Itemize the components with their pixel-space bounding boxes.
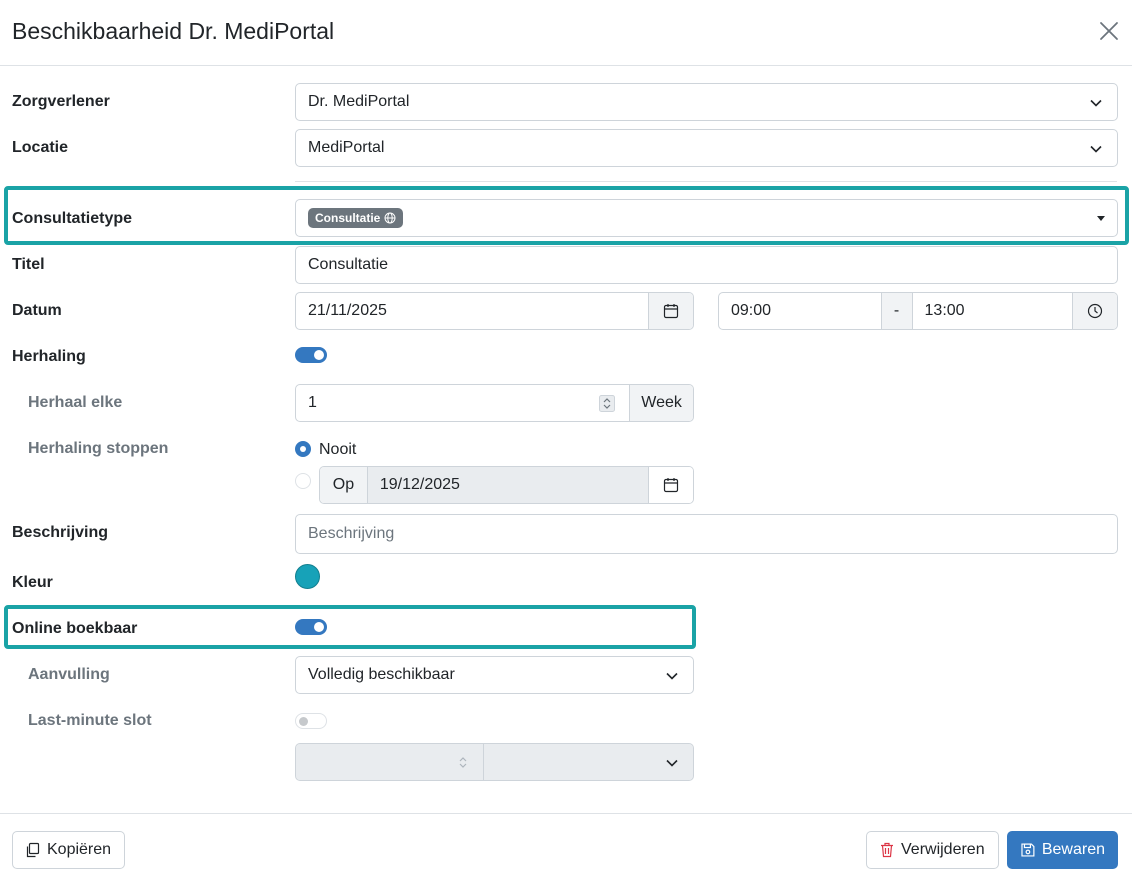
herhaal-elke-label: Herhaal elke bbox=[28, 394, 123, 411]
modal-footer: Kopiëren Verwijderen Bewaren bbox=[0, 813, 1132, 883]
last-minute-unit-select[interactable] bbox=[482, 744, 693, 780]
radio-nooit-label: Nooit bbox=[319, 441, 357, 458]
end-time-input[interactable]: 13:00 bbox=[911, 293, 1073, 329]
stop-date-prefix: Op bbox=[320, 467, 367, 503]
calendar-button[interactable] bbox=[648, 293, 693, 329]
trash-icon bbox=[881, 842, 893, 858]
consultatietype-badge-label: Consultatie bbox=[315, 211, 381, 225]
online-boekbaar-toggle[interactable] bbox=[295, 619, 327, 635]
delete-button-label: Verwijderen bbox=[901, 841, 985, 858]
chevron-down-icon bbox=[1090, 99, 1102, 107]
last-minute-label: Last-minute slot bbox=[28, 712, 152, 729]
herhaal-elke-input[interactable]: 1 bbox=[296, 385, 629, 421]
aanvulling-label: Aanvulling bbox=[28, 666, 110, 683]
modal-title: Beschikbaarheid Dr. MediPortal bbox=[12, 18, 335, 44]
locatie-label: Locatie bbox=[12, 139, 69, 156]
datum-label: Datum bbox=[12, 302, 62, 319]
aanvulling-value: Volledig beschikbaar bbox=[308, 666, 455, 683]
start-time-input[interactable]: 09:00 bbox=[719, 293, 881, 329]
toggle-knob bbox=[314, 622, 324, 632]
online-boekbaar-label: Online boekbaar bbox=[12, 620, 138, 637]
consultatietype-badge: Consultatie bbox=[308, 208, 404, 228]
copy-button[interactable]: Kopiëren bbox=[12, 831, 125, 869]
radio-op[interactable] bbox=[295, 473, 311, 489]
titel-input[interactable]: Consultatie bbox=[295, 246, 1118, 284]
modal-header: Beschikbaarheid Dr. MediPortal bbox=[0, 0, 1132, 66]
titel-label: Titel bbox=[12, 256, 45, 273]
locatie-value: MediPortal bbox=[308, 139, 385, 156]
consultatietype-select[interactable]: Consultatie bbox=[295, 199, 1118, 237]
clock-icon bbox=[1087, 303, 1103, 319]
chevron-down-icon bbox=[1090, 145, 1102, 153]
save-icon bbox=[1021, 843, 1035, 857]
beschrijving-input[interactable]: Beschrijving bbox=[295, 514, 1118, 554]
herhaling-stoppen-label: Herhaling stoppen bbox=[28, 440, 169, 457]
last-minute-toggle[interactable] bbox=[295, 713, 327, 729]
zorgverlener-select[interactable]: Dr. MediPortal bbox=[295, 83, 1118, 121]
consultatietype-label: Consultatietype bbox=[12, 210, 133, 227]
calendar-icon bbox=[663, 478, 679, 493]
last-minute-number-input[interactable] bbox=[296, 744, 483, 780]
herhaal-elke-value: 1 bbox=[308, 394, 317, 411]
spinner-icon[interactable] bbox=[599, 395, 616, 412]
datum-date-group: 21/11/2025 bbox=[295, 292, 694, 330]
spinner-icon bbox=[459, 757, 466, 768]
divider bbox=[295, 181, 1117, 182]
aanvulling-select[interactable]: Volledig beschikbaar bbox=[295, 656, 694, 694]
save-button-label: Bewaren bbox=[1041, 841, 1105, 858]
herhaling-toggle[interactable] bbox=[295, 347, 327, 363]
zorgverlener-value: Dr. MediPortal bbox=[308, 93, 410, 110]
time-separator: - bbox=[880, 293, 912, 329]
toggle-knob bbox=[314, 350, 324, 360]
caret-down-icon bbox=[1097, 216, 1105, 221]
locatie-select[interactable]: MediPortal bbox=[295, 129, 1118, 167]
stop-date-input[interactable]: 19/12/2025 bbox=[366, 467, 649, 503]
kleur-label: Kleur bbox=[12, 574, 53, 591]
chevron-down-icon bbox=[666, 759, 678, 767]
datum-time-group: 09:00 - 13:00 bbox=[718, 292, 1118, 330]
chevron-down-icon bbox=[666, 672, 678, 680]
calendar-icon bbox=[663, 304, 679, 319]
delete-button[interactable]: Verwijderen bbox=[866, 831, 999, 869]
last-minute-group bbox=[295, 743, 694, 781]
clock-button[interactable] bbox=[1072, 293, 1117, 329]
herhaal-elke-unit: Week bbox=[629, 385, 693, 421]
save-button[interactable]: Bewaren bbox=[1007, 831, 1118, 869]
zorgverlener-label: Zorgverlener bbox=[12, 93, 110, 110]
stop-calendar-button[interactable] bbox=[648, 467, 693, 503]
globe-icon bbox=[384, 212, 396, 224]
herhaling-label: Herhaling bbox=[12, 348, 86, 365]
radio-nooit[interactable] bbox=[295, 441, 311, 457]
copy-icon bbox=[26, 842, 40, 858]
color-swatch[interactable] bbox=[295, 564, 320, 589]
stop-date-group: Op 19/12/2025 bbox=[319, 466, 694, 504]
copy-button-label: Kopiëren bbox=[47, 841, 112, 858]
toggle-knob bbox=[299, 717, 308, 726]
herhaal-elke-group: 1 Week bbox=[295, 384, 694, 422]
beschrijving-label: Beschrijving bbox=[12, 524, 109, 541]
datum-date-input[interactable]: 21/11/2025 bbox=[296, 293, 648, 329]
close-icon[interactable] bbox=[1096, 18, 1122, 44]
